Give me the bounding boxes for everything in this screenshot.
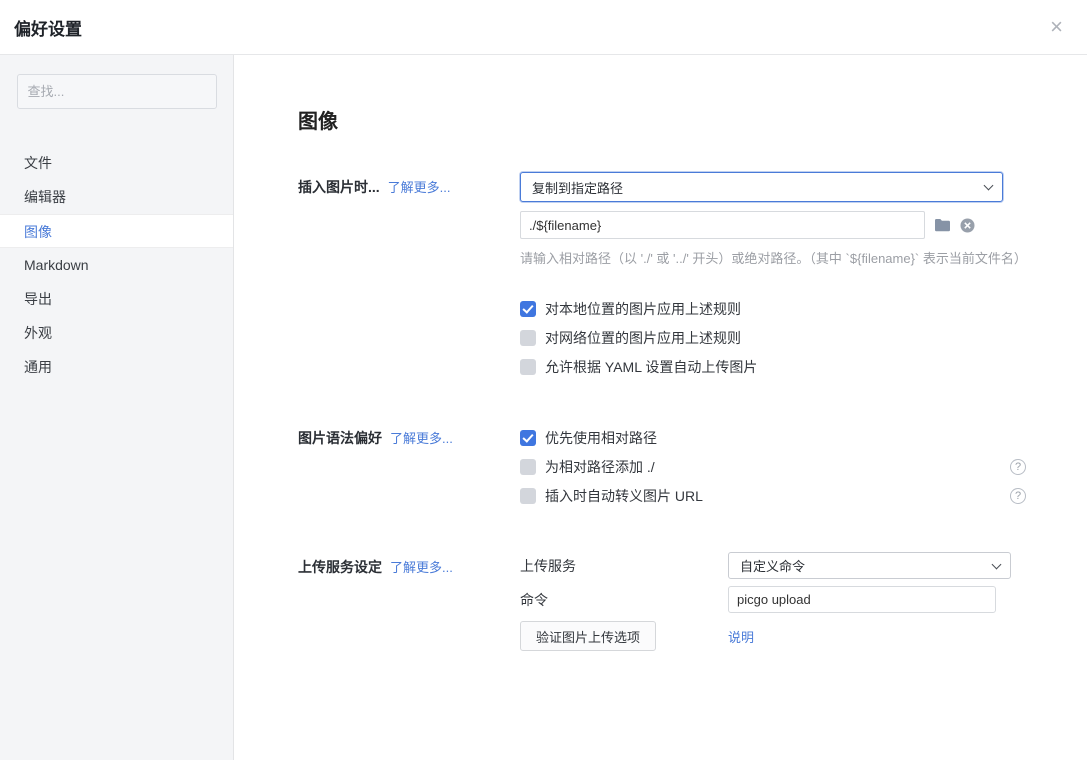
- sidebar-item-markdown[interactable]: Markdown: [0, 248, 233, 282]
- checkbox-apply-web-images[interactable]: 对网络位置的图片应用上述规则: [520, 323, 1026, 352]
- section-insert-image: 插入图片时... 了解更多... 复制到指定路径: [298, 172, 1027, 381]
- checkbox-icon[interactable]: [520, 330, 536, 346]
- section-syntax-label: 图片语法偏好: [298, 430, 382, 446]
- insert-learn-more-link[interactable]: 了解更多...: [388, 180, 451, 195]
- page-title: 图像: [298, 105, 1027, 134]
- command-label: 命令: [520, 590, 728, 610]
- checkbox-apply-local-images[interactable]: 对本地位置的图片应用上述规则: [520, 294, 1026, 323]
- sidebar-item-general[interactable]: 通用: [0, 350, 233, 384]
- chevron-down-icon: [984, 181, 994, 191]
- checkbox-label: 优先使用相对路径: [545, 428, 657, 448]
- checkbox-icon[interactable]: [520, 459, 536, 475]
- copy-path-input[interactable]: [520, 211, 925, 239]
- upload-service-select-value: 自定义命令: [740, 556, 805, 575]
- checkbox-auto-upload-yaml[interactable]: 允许根据 YAML 设置自动上传图片: [520, 352, 1026, 381]
- help-icon[interactable]: ?: [1010, 459, 1026, 475]
- command-input[interactable]: [728, 586, 996, 613]
- upload-service-select[interactable]: 自定义命令: [728, 552, 1011, 579]
- sidebar-item-image[interactable]: 图像: [0, 214, 233, 248]
- help-icon[interactable]: ?: [1010, 488, 1026, 504]
- preferences-dialog: 偏好设置 × 文件 编辑器 图像 Markdown 导出 外观 通用 图像 插入…: [0, 0, 1087, 760]
- search-input[interactable]: [17, 74, 217, 109]
- settings-panel: 图像 插入图片时... 了解更多... 复制到指定路径: [234, 55, 1087, 760]
- checkbox-label: 对网络位置的图片应用上述规则: [545, 328, 741, 348]
- checkbox-icon[interactable]: [520, 430, 536, 446]
- checkbox-label: 对本地位置的图片应用上述规则: [545, 299, 741, 319]
- upload-doc-link[interactable]: 说明: [728, 627, 754, 646]
- folder-icon[interactable]: [934, 218, 951, 232]
- validate-upload-button[interactable]: 验证图片上传选项: [520, 621, 656, 651]
- checkbox-add-dot-slash[interactable]: 为相对路径添加 ./ ?: [520, 452, 1026, 481]
- dialog-title: 偏好设置: [14, 15, 82, 40]
- sidebar-item-file[interactable]: 文件: [0, 146, 233, 180]
- section-upload-label: 上传服务设定: [298, 559, 382, 575]
- insert-action-select-value: 复制到指定路径: [532, 178, 623, 197]
- checkbox-icon[interactable]: [520, 359, 536, 375]
- chevron-down-icon: [992, 559, 1002, 569]
- section-insert-label: 插入图片时...: [298, 179, 380, 195]
- insert-action-select[interactable]: 复制到指定路径: [520, 172, 1003, 202]
- path-hint-text: 请输入相对路径（以 './' 或 '../' 开头）或绝对路径。（其中 `${f…: [520, 248, 1026, 267]
- clear-path-icon[interactable]: [960, 218, 975, 233]
- section-image-syntax: 图片语法偏好了解更多... 优先使用相对路径 为相对路径添加 ./ ? 插入时自: [298, 423, 1027, 510]
- upload-learn-more-link[interactable]: 了解更多...: [390, 560, 453, 575]
- sidebar-item-editor[interactable]: 编辑器: [0, 180, 233, 214]
- sidebar-item-export[interactable]: 导出: [0, 282, 233, 316]
- sidebar-nav: 文件 编辑器 图像 Markdown 导出 外观 通用: [0, 146, 233, 384]
- dialog-header: 偏好设置 ×: [0, 0, 1087, 55]
- upload-service-label: 上传服务: [520, 556, 728, 576]
- checkbox-icon[interactable]: [520, 301, 536, 317]
- checkbox-label: 允许根据 YAML 设置自动上传图片: [545, 357, 757, 377]
- checkbox-label: 插入时自动转义图片 URL: [545, 486, 703, 506]
- checkbox-icon[interactable]: [520, 488, 536, 504]
- checkbox-label: 为相对路径添加 ./: [545, 457, 655, 477]
- sidebar-item-appearance[interactable]: 外观: [0, 316, 233, 350]
- checkbox-prefer-relative-path[interactable]: 优先使用相对路径: [520, 423, 1026, 452]
- section-upload-service: 上传服务设定了解更多... 上传服务 自定义命令 命令: [298, 552, 1027, 651]
- close-icon[interactable]: ×: [1050, 16, 1063, 38]
- checkbox-escape-image-url[interactable]: 插入时自动转义图片 URL ?: [520, 481, 1026, 510]
- sidebar: 文件 编辑器 图像 Markdown 导出 外观 通用: [0, 55, 234, 760]
- syntax-learn-more-link[interactable]: 了解更多...: [390, 431, 453, 446]
